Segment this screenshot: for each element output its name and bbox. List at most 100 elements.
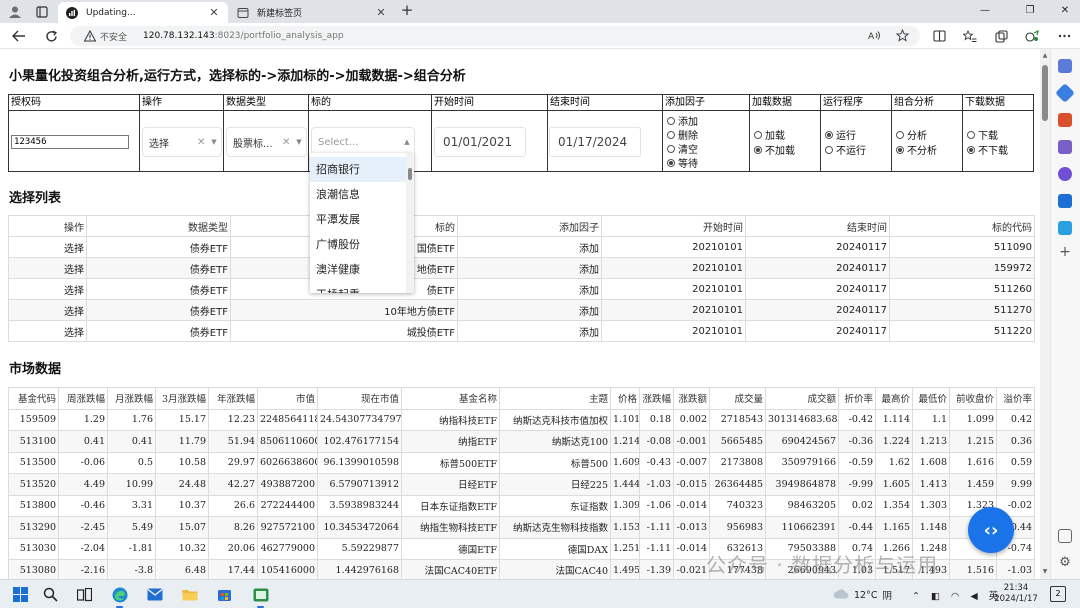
column-header[interactable]: 涨跌幅 (639, 387, 674, 410)
page-scrollbar[interactable]: ▲ ▼ (1040, 49, 1050, 579)
ime-icon[interactable]: ◧ (931, 591, 940, 602)
tab-actions-icon[interactable] (32, 3, 52, 20)
dropdown-scroll-thumb[interactable] (408, 168, 412, 180)
warning-triangle-icon[interactable] (83, 29, 97, 42)
table-row[interactable]: 513520 4.49 10.99 24.48 42.27 493887200 6.5790… (8, 473, 1035, 496)
analysis-radio-no-analyze[interactable]: 不分析 (896, 142, 937, 157)
column-header[interactable]: 折价率 (838, 387, 876, 410)
factor-radio-add[interactable]: 添加 (667, 113, 698, 128)
radio-icon[interactable] (667, 130, 675, 139)
column-header[interactable]: 月涨跌幅 (107, 387, 156, 410)
table-row[interactable]: 选择 债券ETF 城投债ETF 添加 20210101 20240117 511220 (8, 320, 1035, 342)
column-header[interactable]: 标的代码 (889, 215, 1035, 237)
terminal-app-icon[interactable] (252, 586, 269, 608)
page-scroll-thumb[interactable] (1042, 65, 1048, 121)
dropdown-option[interactable]: 招商银行 (310, 157, 406, 182)
column-header[interactable]: 价格 (610, 387, 640, 410)
address-bar[interactable]: 不安全 120.78.132.143:8023/portfolio_analys… (70, 26, 920, 46)
column-header[interactable]: 现在市值 (317, 387, 402, 410)
shopping-tag-icon[interactable] (1055, 83, 1075, 103)
store-icon[interactable] (216, 586, 233, 603)
tools-briefcase-icon[interactable] (1058, 113, 1072, 127)
windows-start-icon[interactable] (12, 586, 29, 603)
column-header[interactable]: 3月涨跌幅 (155, 387, 209, 410)
caret-down-icon[interactable]: ▼ (207, 138, 221, 146)
column-header[interactable]: 溢价率 (996, 387, 1035, 410)
column-header[interactable]: 结束时间 (745, 215, 890, 237)
factor-radio-delete[interactable]: 删除 (667, 127, 698, 142)
scroll-down-icon[interactable]: ▼ (1041, 568, 1049, 575)
clear-x-icon[interactable]: ✕ (197, 137, 207, 148)
dropdown-option[interactable]: 浪潮信息 (310, 182, 406, 207)
settings-gear-icon[interactable]: ⚙ (1058, 556, 1072, 570)
factor-radio-clear[interactable]: 清空 (667, 141, 698, 156)
auth-code-input[interactable]: 123456 (11, 135, 129, 149)
extensions-icon[interactable] (1023, 27, 1041, 45)
table-row[interactable]: 选择 债券ETF 债ETF 添加 20210101 20240117 511260 (8, 278, 1035, 300)
dropdown-option[interactable]: 平潭发展 (310, 207, 406, 232)
dropdown-option[interactable]: 广博股份 (310, 232, 406, 257)
radio-selected-icon[interactable] (967, 145, 975, 154)
radio-icon[interactable] (896, 130, 904, 139)
column-header[interactable]: 周涨跌幅 (58, 387, 108, 410)
column-header[interactable]: 最低价 (912, 387, 950, 410)
start-date-input[interactable]: 01/01/2021 (434, 127, 526, 157)
radio-icon[interactable] (967, 130, 975, 139)
edge-browser-icon[interactable] (111, 586, 128, 608)
table-row[interactable]: 513500 -0.06 0.5 10.58 29.97 6026638600 96.139… (8, 451, 1035, 474)
column-header[interactable]: 基金名称 (401, 387, 500, 410)
run-radio-no-run[interactable]: 不运行 (825, 142, 866, 157)
scroll-up-icon[interactable]: ▲ (1041, 52, 1049, 59)
read-aloud-icon[interactable]: A (868, 29, 882, 43)
table-row[interactable]: 选择 债券ETF 国债ETF 添加 20210101 20240117 511090 (8, 236, 1035, 258)
add-sidebar-plus-icon[interactable]: + (1058, 245, 1072, 260)
tray-overflow-chevron-icon[interactable]: ⌃ (912, 591, 920, 602)
code-toggle-button[interactable]: ‹› (968, 507, 1014, 553)
copilot-icon[interactable] (1058, 167, 1072, 181)
radio-selected-icon[interactable] (825, 130, 833, 139)
close-tab-icon[interactable]: ✕ (208, 6, 220, 19)
favorites-list-icon[interactable] (961, 27, 979, 45)
radio-selected-icon[interactable] (896, 145, 904, 154)
search-icon[interactable] (42, 586, 59, 603)
new-tab-plus-icon[interactable]: + (398, 3, 416, 20)
dropdown-option[interactable]: 天桥起重 (310, 282, 406, 293)
factor-radio-wait[interactable]: 等待 (667, 155, 698, 170)
column-header[interactable]: 开始时间 (601, 215, 746, 237)
column-header[interactable]: 添加因子 (457, 215, 602, 237)
column-header[interactable]: 主题 (499, 387, 611, 410)
close-tab-icon[interactable]: ✕ (375, 6, 387, 19)
column-header[interactable]: 前收盘价 (949, 387, 997, 410)
clock[interactable]: 21:34 2024/1/17 (992, 583, 1040, 605)
back-arrow-icon[interactable] (10, 27, 28, 45)
sidebar-layout-icon[interactable] (1058, 529, 1072, 543)
operation-select[interactable]: 选择 ✕ ▼ (142, 127, 222, 157)
column-header[interactable]: 成交量 (709, 387, 766, 410)
caret-up-icon[interactable]: ▲ (400, 138, 414, 146)
weather-widget[interactable]: 12°C 阴 (833, 588, 892, 602)
volume-icon[interactable]: ◀ (970, 591, 977, 602)
radio-icon[interactable] (825, 145, 833, 154)
table-row[interactable]: 513800 -0.46 3.31 10.37 26.6 272244400 3.59389… (8, 494, 1035, 517)
drop-icon[interactable] (1058, 221, 1072, 235)
download-radio-download[interactable]: 下载 (967, 127, 998, 142)
outlook-icon[interactable] (1058, 194, 1072, 208)
search-sidebar-icon[interactable] (1058, 59, 1072, 73)
dropdown-option[interactable]: 澳洋健康 (310, 257, 406, 282)
task-view-icon[interactable] (76, 586, 93, 603)
tab-updating[interactable]: Updating... ✕ (58, 2, 228, 23)
radio-selected-icon[interactable] (754, 145, 762, 154)
download-radio-no-download[interactable]: 不下载 (967, 142, 1008, 157)
minimize-icon[interactable]: — (975, 3, 995, 19)
clear-x-icon[interactable]: ✕ (282, 137, 292, 148)
table-row[interactable]: 选择 债券ETF 地债ETF 添加 20210101 20240117 159972 (8, 257, 1035, 279)
column-header[interactable]: 年涨跌幅 (208, 387, 258, 410)
table-row[interactable]: 513100 0.41 0.41 11.79 51.94 8506110600 102.47… (8, 430, 1035, 453)
restore-icon[interactable]: ❐ (1020, 3, 1040, 19)
load-radio-load[interactable]: 加载 (754, 127, 785, 142)
close-window-icon[interactable]: ✕ (1055, 3, 1075, 19)
column-header[interactable]: 操作 (8, 215, 87, 237)
radio-icon[interactable] (754, 130, 762, 139)
mail-icon[interactable] (146, 586, 163, 603)
favorite-star-icon[interactable] (895, 28, 910, 43)
